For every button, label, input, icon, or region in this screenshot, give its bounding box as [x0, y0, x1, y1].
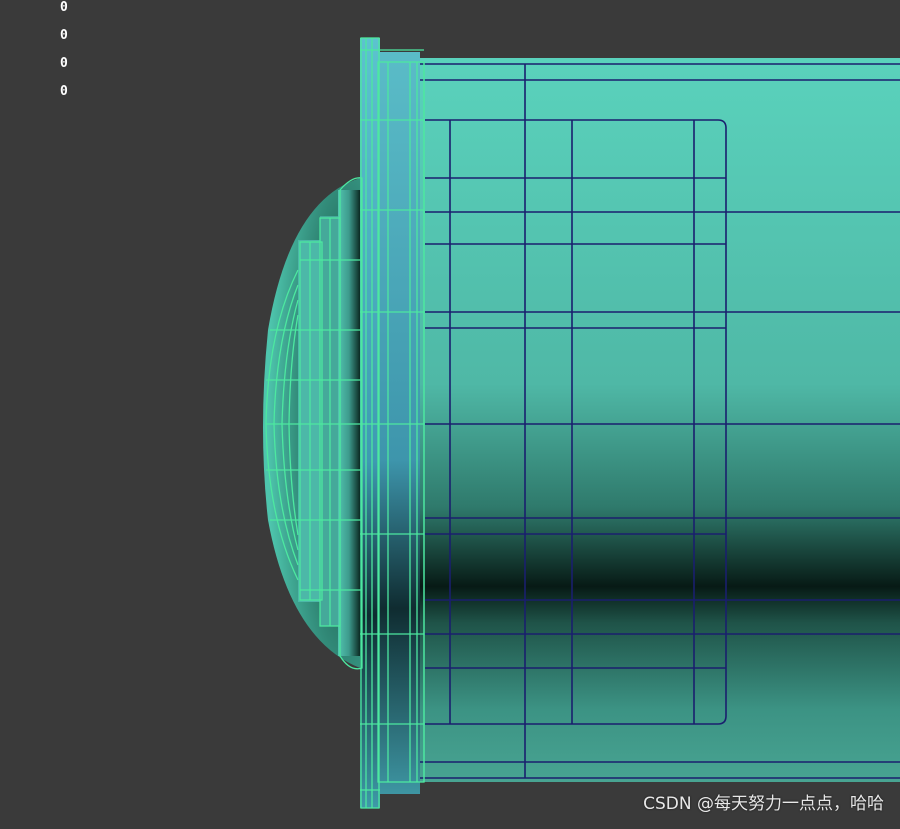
viewport-hud-stats: 0 0 0 0 [60, 0, 68, 106]
flange-ring [360, 38, 420, 808]
hud-value: 0 [60, 56, 68, 71]
cylinder-body [420, 58, 900, 782]
watermark-text: CSDN @每天努力一点点，哈哈 [643, 794, 884, 814]
mesh-render[interactable] [0, 0, 900, 824]
hud-value: 0 [60, 84, 68, 99]
hud-value: 0 [60, 28, 68, 43]
dome-cap [263, 178, 360, 668]
hud-value: 0 [60, 0, 68, 15]
3d-viewport[interactable]: 0 0 0 0 CSDN @每天努力一点点，哈哈 [0, 0, 900, 824]
